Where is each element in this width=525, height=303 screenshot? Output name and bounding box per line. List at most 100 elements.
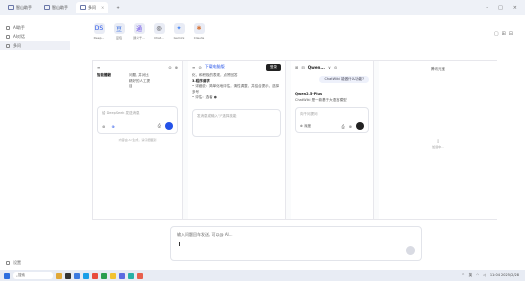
app-gemini[interactable]: ✦ Gemini xyxy=(172,23,186,45)
search-icon[interactable]: ⊕ xyxy=(349,124,352,129)
app-icon[interactable] xyxy=(101,272,107,279)
gemini-icon: ✦ xyxy=(173,23,185,34)
message-input[interactable]: 向千问提问 xyxy=(300,112,364,117)
tab-label: 智山助手 xyxy=(52,4,68,10)
folder-icon[interactable] xyxy=(110,272,116,279)
model-selector[interactable]: Qwen... xyxy=(308,65,325,70)
response-line: 目 xyxy=(129,84,133,88)
send-button[interactable] xyxy=(356,122,364,130)
chevron-up-icon[interactable]: ^ xyxy=(462,273,465,278)
clock[interactable]: 11:04 2025/2/28 xyxy=(490,273,519,278)
response-line: 问题, 并对比 xyxy=(129,73,149,77)
tab-multi-ask[interactable]: 多问 × xyxy=(76,2,109,13)
message-input[interactable]: 发消息或输入"/"选择技能 xyxy=(197,114,276,119)
taskbar-search[interactable]: ⌕ 搜索 xyxy=(13,272,53,279)
wifi-icon[interactable]: ◠ xyxy=(476,273,479,278)
store-icon[interactable] xyxy=(119,272,125,279)
app-name: Chat... xyxy=(154,36,164,40)
web-search-icon[interactable]: ⊕ xyxy=(111,124,114,129)
maximize-button[interactable]: □ xyxy=(498,5,503,11)
widgets-icon[interactable] xyxy=(56,272,62,279)
toggle-label: 深度 xyxy=(304,124,312,128)
deep-think-icon[interactable]: ⊛ xyxy=(102,124,105,129)
attach-icon[interactable]: ⎙ xyxy=(341,124,344,129)
pane-header: ≡ ⊙ 下载电脑版 登录 xyxy=(188,61,285,73)
doubao-input-box[interactable]: 发消息或输入"/"选择技能 xyxy=(192,108,281,137)
windows-start-icon[interactable] xyxy=(4,272,10,279)
window-controls: - □ × xyxy=(486,5,525,11)
file-explorer-icon[interactable] xyxy=(74,272,80,279)
minimize-button[interactable]: - xyxy=(486,5,488,11)
pane-title: 智能體驗 xyxy=(97,73,111,77)
send-button[interactable] xyxy=(165,121,173,130)
multi-chat-area: ≡ ⊙ ⊕ 智能體驗 问题, 并对比 精好的人工提 目 给 DeepSeek 发… xyxy=(92,60,497,220)
layout-split-icon[interactable]: ⊟ xyxy=(509,31,513,37)
window-titlebar: 智山助手 智山助手 多问 × + - □ × xyxy=(0,0,525,15)
sidebar-item-multi-ask[interactable]: 多问 xyxy=(0,41,70,50)
new-tab-button[interactable]: + xyxy=(112,2,123,13)
app-tab-icon xyxy=(44,5,50,10)
app-tab-icon xyxy=(8,5,14,10)
layout-grid-icon[interactable]: ⊞ xyxy=(502,31,506,37)
app-name: 豆包 xyxy=(115,36,122,40)
app-claude[interactable]: ✱ Claude xyxy=(192,23,206,45)
sidebar: AI助手 AI对话 多问 设置 xyxy=(0,15,70,270)
sidebar-item-ai-chat[interactable]: AI对话 xyxy=(0,32,70,41)
volume-icon[interactable]: ◁ xyxy=(483,273,486,278)
pane-title: 腾讯元宝 xyxy=(431,67,445,71)
composer-placeholder: 输入问题回车发送, 可以@ AI... xyxy=(177,232,233,237)
chrome-icon[interactable] xyxy=(92,272,98,279)
settings-button[interactable]: 设置 xyxy=(6,260,21,266)
download-desktop-link[interactable]: 下载电脑版 xyxy=(205,64,225,70)
app-tongyi[interactable]: 通 通义千... xyxy=(132,23,146,45)
history-icon[interactable]: ⊟ xyxy=(301,65,304,70)
app-doubao[interactable]: 豆 豆包 xyxy=(112,23,126,45)
sidebar-toggle-icon[interactable]: ⊞ xyxy=(295,65,298,70)
doubao-icon: 豆 xyxy=(113,23,125,34)
chatgpt-icon: ◎ xyxy=(153,23,165,34)
layout-controls: ▢ ⊞ ⊟ xyxy=(494,31,513,37)
pane-header: ≡ ⊙ ⊕ xyxy=(93,61,182,73)
broadcast-input[interactable]: 输入问题回车发送, 可以@ AI... xyxy=(170,226,422,261)
footer-note: 内容由 AI 生成，请仔细甄别 xyxy=(118,137,157,142)
app-name: Deep... xyxy=(93,36,105,40)
claude-icon: ✱ xyxy=(193,23,205,34)
app-tab-icon xyxy=(80,5,86,10)
chevron-down-icon[interactable]: ∨ xyxy=(328,65,331,70)
bullet-text: 详细说：简单化地评估，清性调整，并结合提示，选择多号 xyxy=(192,84,280,94)
refresh-icon[interactable]: ⊙ xyxy=(198,65,201,70)
deepseek-input-box[interactable]: 给 DeepSeek 发送消息 ⊛ ⊕ ⎙ xyxy=(97,105,178,134)
tab-assistant-1[interactable]: 智山助手 xyxy=(4,2,36,13)
send-button[interactable] xyxy=(406,246,415,255)
new-chat-icon[interactable]: ⊕ xyxy=(175,65,178,70)
menu-icon[interactable]: ≡ xyxy=(192,65,195,70)
close-icon[interactable]: × xyxy=(101,5,104,10)
sidebar-item-label: AI对话 xyxy=(13,33,25,39)
message-input[interactable]: 给 DeepSeek 发送消息 xyxy=(102,111,173,116)
gear-icon xyxy=(6,261,10,265)
plus-icon: + xyxy=(116,5,120,10)
tab-assistant-2[interactable]: 智山助手 xyxy=(40,2,72,13)
app-icon[interactable] xyxy=(137,272,143,279)
tab-label: 智山助手 xyxy=(16,4,32,10)
task-view-icon[interactable] xyxy=(65,272,71,279)
edge-icon[interactable] xyxy=(83,272,89,279)
sidebar-item-ai-assistant[interactable]: AI助手 xyxy=(0,23,70,32)
refresh-icon[interactable]: ⊙ xyxy=(168,65,171,70)
input-language[interactable]: 英 xyxy=(469,273,473,278)
deepseek-icon: DS xyxy=(93,23,105,34)
app-deepseek[interactable]: DS Deep... xyxy=(92,23,106,45)
qwen-input-box[interactable]: 向千问提问 ⊛ 深度 ⎙ ⊕ xyxy=(295,107,369,133)
app-name: 通义千... xyxy=(133,36,145,40)
deep-think-toggle[interactable]: ⊛ 深度 xyxy=(300,124,311,129)
login-button[interactable]: 登录 xyxy=(266,63,281,71)
new-chat-icon[interactable]: ⊙ xyxy=(334,65,337,70)
app-selector: DS Deep... 豆 豆包 通 通义千... ◎ Chat... ✦ Gem… xyxy=(92,23,206,45)
attach-icon[interactable]: ⎙ xyxy=(158,123,161,128)
layout-single-icon[interactable]: ▢ xyxy=(494,31,499,37)
app-icon[interactable] xyxy=(128,272,134,279)
menu-icon[interactable]: ≡ xyxy=(97,65,100,70)
close-button[interactable]: × xyxy=(513,5,517,11)
app-chatgpt[interactable]: ◎ Chat... xyxy=(152,23,166,45)
app-name: Gemini xyxy=(173,36,185,40)
